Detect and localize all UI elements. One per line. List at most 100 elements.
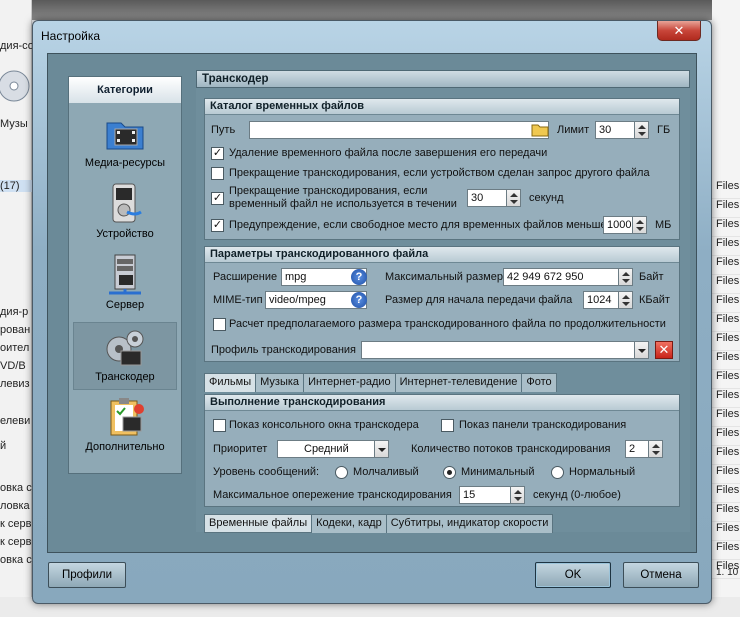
stop-unused-input[interactable]: 30 (467, 189, 507, 207)
tab-photo[interactable]: Фото (521, 373, 557, 392)
max-lead-label: Максимальное опережение транскодирования (213, 489, 452, 501)
extension-label: Расширение (213, 271, 278, 283)
bg-text: овка с (0, 482, 32, 494)
media-tabs: Фильмы Музыка Интернет-радио Интернет-те… (204, 373, 557, 392)
profile-label: Профиль транскодирования (211, 344, 357, 356)
threads-input[interactable]: 2 (625, 440, 649, 458)
low-space-checkbox[interactable]: ✓ (211, 219, 224, 232)
max-lead-unit: секунд (0-любое) (533, 489, 621, 501)
limit-spinner[interactable] (635, 121, 649, 139)
console-window-label: Показ консольного окна транскодера (229, 419, 419, 431)
cancel-button[interactable]: Отмена (623, 562, 699, 588)
bg-files-cell: Files (712, 180, 740, 199)
bg-media-icon (0, 66, 30, 116)
mime-label: MIME-тип (213, 294, 263, 306)
level-normal-radio[interactable] (551, 466, 564, 479)
bg-files-cell: Files (712, 541, 740, 560)
mime-help-icon[interactable]: ? (351, 292, 367, 308)
bottom-tabs: Временные файлы Кодеки, кадр Субтитры, и… (204, 514, 554, 533)
temp-files-group: Каталог временных файлов Путь Лимит 30 Г… (204, 98, 680, 240)
low-space-unit: МБ (655, 219, 672, 231)
bg-files-cell: Files (712, 427, 740, 446)
profile-select[interactable] (361, 341, 635, 359)
category-label: Медиа-ресурсы (84, 157, 166, 169)
group-title: Выполнение транскодирования (205, 395, 679, 411)
category-server[interactable]: Сервер (73, 251, 177, 319)
delete-profile-icon[interactable]: ✕ (655, 341, 673, 359)
bg-text: дия-со (0, 40, 32, 52)
tab-music[interactable]: Музыка (255, 373, 305, 392)
category-label: Сервер (105, 299, 145, 311)
bg-text: (17) (0, 180, 32, 192)
max-size-unit: Байт (639, 271, 664, 283)
category-transcoder[interactable]: Транскодер (73, 322, 177, 390)
level-silent-radio[interactable] (335, 466, 348, 479)
profile-dropdown-arrow[interactable] (635, 341, 649, 359)
start-size-spinner[interactable] (619, 291, 633, 309)
stop-on-request-checkbox[interactable] (211, 167, 224, 180)
max-size-spinner[interactable] (619, 268, 633, 286)
limit-input[interactable]: 30 (595, 121, 635, 139)
delete-temp-checkbox[interactable]: ✓ (211, 147, 224, 160)
bg-text: рован (0, 324, 31, 336)
stop-unused-label-1: Прекращение транскодирования, если (229, 185, 428, 197)
max-lead-spinner[interactable] (511, 486, 525, 504)
bg-files-cell: Files (712, 503, 740, 522)
bg-files-cell: Files (712, 370, 740, 389)
console-window-checkbox[interactable] (213, 419, 226, 432)
level-minimal-radio[interactable] (443, 466, 456, 479)
limit-unit: ГБ (657, 124, 671, 136)
path-label: Путь (211, 124, 236, 136)
threads-spinner[interactable] (649, 440, 663, 458)
tab-internet-radio[interactable]: Интернет-радио (303, 373, 396, 392)
low-space-label: Предупреждение, если свободное место для… (229, 219, 607, 231)
ok-button[interactable]: OK (535, 562, 611, 588)
bg-text: левиз (0, 378, 30, 390)
category-media[interactable]: Медиа-ресурсы (73, 109, 177, 177)
bg-text: ловка (0, 500, 30, 512)
bg-text: Музы (0, 118, 28, 130)
level-normal-label: Нормальный (569, 466, 636, 478)
tab-temp-files[interactable]: Временные файлы (204, 514, 313, 533)
category-label: Устройство (96, 228, 154, 240)
bg-files-cell: Files (712, 275, 740, 294)
estimate-size-checkbox[interactable] (213, 318, 226, 331)
low-space-spinner[interactable] (633, 216, 647, 234)
bg-files-cell: Files (712, 294, 740, 313)
category-advanced[interactable]: Дополнительно (73, 393, 177, 461)
browse-folder-icon[interactable] (531, 123, 549, 137)
stop-on-request-label: Прекращение транскодирования, если устро… (229, 167, 650, 179)
stop-unused-spinner[interactable] (507, 189, 521, 207)
low-space-input[interactable]: 1000 (603, 216, 633, 234)
limit-label: Лимит (557, 124, 590, 136)
profiles-button[interactable]: Профили (48, 562, 126, 588)
tab-internet-tv[interactable]: Интернет-телевидение (394, 373, 523, 392)
bg-text: VD/В (0, 360, 26, 372)
transcode-panel-label: Показ панели транскодирования (459, 419, 627, 431)
priority-dropdown-arrow[interactable] (375, 440, 389, 458)
priority-label: Приоритет (213, 443, 268, 455)
group-title: Параметры транскодированного файла (205, 247, 679, 263)
extension-help-icon[interactable]: ? (351, 269, 367, 285)
transcoder-panel: Транскодер Каталог временных файлов Путь… (196, 70, 690, 533)
bg-files-cell: Files (712, 256, 740, 275)
stop-unused-checkbox[interactable]: ✓ (211, 192, 224, 205)
background-header (32, 0, 712, 20)
max-lead-input[interactable]: 15 (459, 486, 511, 504)
background-left-pane: дия-со Музы (17) дия-р рован оител VD/В … (0, 0, 32, 617)
bg-text: й (0, 440, 7, 452)
close-button[interactable]: ✕ (657, 21, 701, 41)
max-size-input[interactable]: 42 949 672 950 (503, 268, 619, 286)
group-title: Каталог временных файлов (205, 99, 679, 115)
categories-sidebar: Категории Медиа-ресурсы Устройство Серве… (68, 76, 182, 474)
start-size-input[interactable]: 1024 (583, 291, 619, 309)
tab-codecs[interactable]: Кодеки, кадр (311, 514, 387, 533)
bg-files-cell: Files (712, 313, 740, 332)
path-input[interactable] (249, 121, 549, 139)
tab-movies[interactable]: Фильмы (204, 373, 257, 392)
transcode-panel-checkbox[interactable] (441, 419, 454, 432)
priority-select[interactable]: Средний (277, 440, 375, 458)
bg-files-cell: Files (712, 465, 740, 484)
category-device[interactable]: Устройство (73, 180, 177, 248)
tab-subtitles[interactable]: Субтитры, индикатор скорости (385, 514, 554, 533)
